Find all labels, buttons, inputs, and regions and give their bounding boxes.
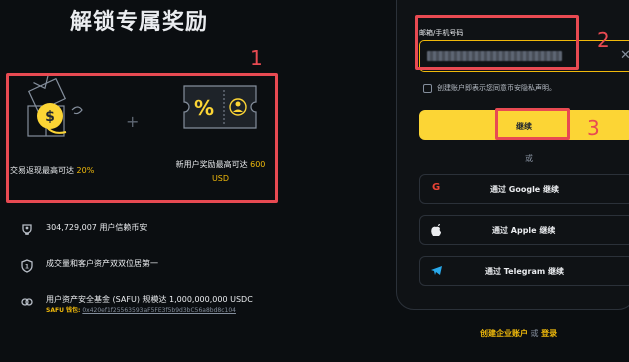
safu-wallet-label: SAFU 钱包: xyxy=(46,307,81,314)
safu-wallet-address-link[interactable]: 0x420ef1f25563593aF5FE3f5b9d3bC56a8bd8c1… xyxy=(82,307,236,314)
create-business-account-link[interactable]: 创建企业账户 xyxy=(480,329,528,338)
close-icon[interactable]: ✕ xyxy=(620,48,629,63)
consent-checkbox[interactable] xyxy=(423,84,432,93)
apple-label: 通过 Apple 继续 xyxy=(492,226,556,235)
annotation-number-3: 3 xyxy=(587,116,600,140)
bottom-links: 创建企业账户 或 登录 xyxy=(480,328,557,339)
google-icon: G xyxy=(432,182,441,193)
safu-wallet-row: SAFU 钱包: 0x420ef1f25563593aF5FE3f5b9d3bC… xyxy=(46,306,253,316)
or-separator: 或 xyxy=(530,329,539,338)
link-icon xyxy=(21,298,33,306)
google-label: 通过 Google 继续 xyxy=(490,185,560,194)
stat-users: 304,729,007 用户信赖币安 xyxy=(20,222,147,237)
stat-users-text: 304,729,007 用户信赖币安 xyxy=(46,223,148,232)
svg-text:1: 1 xyxy=(25,264,29,271)
stat-safu: 用户资产安全基金 (SAFU) 规模达 1,000,000,000 USDC S… xyxy=(20,294,253,316)
annotation-box-2 xyxy=(415,15,579,70)
promo-title: 解锁专属奖励 xyxy=(70,10,209,35)
apple-icon xyxy=(431,224,441,236)
stat-safu-text: 用户资产安全基金 (SAFU) 规模达 1,000,000,000 USDC xyxy=(46,295,253,304)
stat-volume-text: 成交量和客户资产双双位居第一 xyxy=(46,259,158,268)
login-link[interactable]: 登录 xyxy=(541,329,557,338)
annotation-box-3 xyxy=(495,108,570,140)
trophy-icon xyxy=(22,224,32,235)
telegram-label: 通过 Telegram 继续 xyxy=(485,267,564,276)
annotation-box-1 xyxy=(6,73,278,203)
telegram-icon xyxy=(431,266,442,275)
stat-volume: 1 成交量和客户资产双双位居第一 xyxy=(20,258,158,273)
or-divider: 或 xyxy=(525,154,533,163)
annotation-number-2: 2 xyxy=(597,28,610,52)
annotation-number-1: 1 xyxy=(250,46,263,70)
shield-icon: 1 xyxy=(21,259,33,273)
consent-label: 创建账户即表示您同意币安隐私声明。 xyxy=(437,84,556,92)
